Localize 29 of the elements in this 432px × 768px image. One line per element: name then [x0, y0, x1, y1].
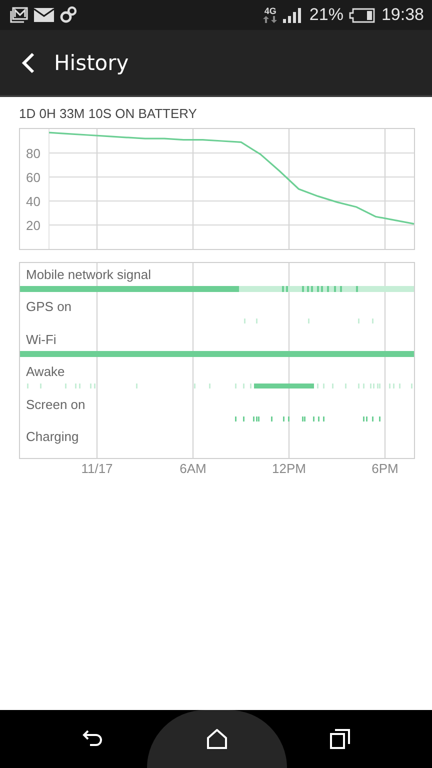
time-axis-label: 11/17 — [81, 461, 113, 476]
time-axis-label: 6AM — [180, 461, 206, 476]
network-type: 4G — [264, 7, 276, 16]
screen-title: History — [54, 50, 129, 74]
battery-percent: 21% — [309, 5, 344, 25]
time-axis-label: 12PM — [272, 461, 306, 476]
y-axis-label: 80 — [26, 146, 40, 161]
battery-summary: 1D 0H 33M 10S ON BATTERY — [19, 106, 198, 123]
y-axis-label: 40 — [26, 194, 40, 209]
timeline-label: Mobile network signal — [25, 266, 152, 284]
timeline-label: Charging — [25, 428, 80, 446]
recent-apps-icon[interactable] — [330, 729, 350, 749]
timeline-label: Wi-Fi — [25, 330, 58, 348]
y-axis-label: 20 — [26, 218, 40, 233]
battery-icon — [349, 8, 376, 22]
mail-icon — [34, 8, 54, 22]
back-icon[interactable] — [20, 52, 36, 74]
back-nav-icon[interactable] — [82, 729, 104, 749]
data-arrows-icon — [263, 16, 278, 23]
gallery-mail-icon — [10, 7, 28, 23]
home-icon[interactable] — [206, 729, 228, 749]
timeline-label: GPS on — [25, 298, 73, 316]
y-axis-label: 60 — [26, 170, 40, 185]
timeline-label: Awake — [25, 363, 66, 381]
timeline-label: Screen on — [25, 396, 86, 414]
signal-icon — [283, 8, 304, 22]
clock: 19:38 — [381, 5, 424, 25]
sync-icon — [60, 6, 78, 24]
time-axis-label: 6PM — [372, 461, 398, 476]
